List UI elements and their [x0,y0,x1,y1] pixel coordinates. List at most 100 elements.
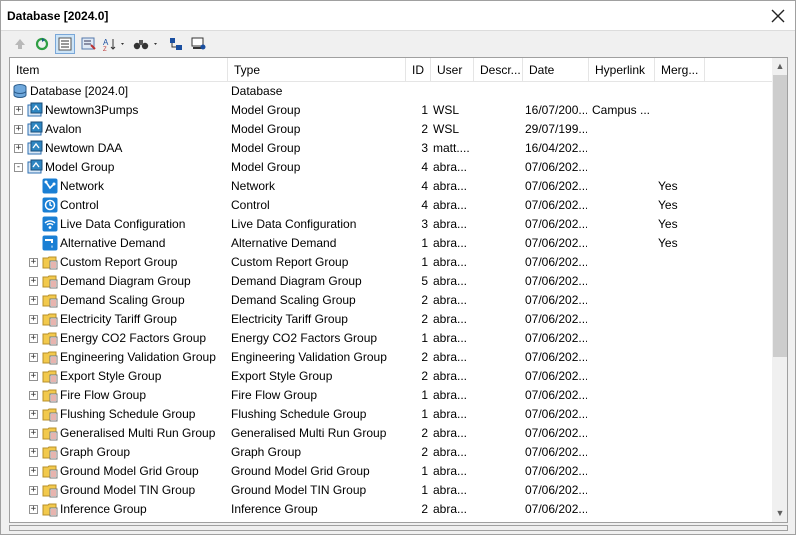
expand-toggle[interactable]: + [29,429,38,438]
expand-toggle[interactable]: + [29,391,38,400]
date-cell: 07/06/202... [525,407,587,421]
scroll-down-arrow[interactable]: ▼ [772,505,787,522]
properties-button[interactable] [79,34,99,54]
tree-row[interactable]: + Avalon Model Group 2 WSL 29/07/199... [10,120,772,139]
tree-row[interactable]: Alternative Demand Alternative Demand 1 abr… [10,234,772,253]
user-cell: abra... [433,369,468,383]
filter-button[interactable] [167,34,185,54]
item-label: Newtown DAA [45,141,123,155]
tree-row[interactable]: - Model Group Model Group 4 abra... 07/06/202… [10,158,772,177]
date-cell [525,82,587,101]
expand-toggle[interactable]: + [29,505,38,514]
vertical-scrollbar[interactable]: ▲ ▼ [772,58,787,522]
svg-text:A: A [103,38,109,47]
column-header-hyperlink[interactable]: Hyperlink [589,58,655,82]
tree-row[interactable]: Database [2024.0] Database [10,82,772,101]
find-button[interactable] [131,34,161,54]
hyperlink-cell [592,367,654,386]
tree-row[interactable]: + Export Style Group Export Style Group 2 ab… [10,367,772,386]
tree-row[interactable]: + Custom Report Group Custom Report Group 1… [10,253,772,272]
user-cell: matt.... [433,141,470,155]
tree-row[interactable]: + Energy CO2 Factors Group Energy CO2 Fact… [10,329,772,348]
type-cell: Model Group [231,141,301,155]
tree-row[interactable]: Live Data Configuration Live Data Configu… [10,215,772,234]
tree-row[interactable]: + Demand Scaling Group Demand Scaling Grou… [10,291,772,310]
expand-toggle[interactable]: + [29,448,38,457]
tree-row[interactable]: + Fire Flow Group Fire Flow Group 1 abra... 0… [10,386,772,405]
item-label: Graph Group [60,445,131,459]
find-icon [133,40,157,50]
expand-toggle[interactable]: + [29,258,38,267]
expand-toggle[interactable]: + [14,106,23,115]
tree-row[interactable]: + Graph Group Graph Group 2 abra... 07/06/202… [10,443,772,462]
date-cell: 07/06/202... [525,217,587,231]
merge-cell [658,500,703,519]
tree-row[interactable]: + Engineering Validation Group Engineering… [10,348,772,367]
column-header-description[interactable]: Descr... [474,58,523,82]
model-group-icon [27,121,43,137]
column-header-item[interactable]: Item [10,58,228,82]
column-header-merge[interactable]: Merg... [655,58,705,82]
collapse-toggle[interactable]: - [14,163,23,172]
item-label: Inference Group [60,502,147,516]
column-header-id[interactable]: ID [406,58,431,82]
horizontal-scrollbar[interactable] [9,525,788,531]
merge-cell [658,101,703,120]
type-cell: Ground Model TIN Group [231,483,367,497]
user-cell: abra... [433,160,468,174]
expand-toggle[interactable]: + [29,467,38,476]
scroll-thumb[interactable] [773,75,787,357]
tree-row[interactable]: + Demand Diagram Group Demand Diagram Grou… [10,272,772,291]
scroll-up-arrow[interactable]: ▲ [772,58,787,75]
column-header-user[interactable]: User [431,58,474,82]
tree-row[interactable]: Control Control 4 abra... 07/06/202... Yes [10,196,772,215]
tree-row[interactable]: + Newtown3Pumps Model Group 1 WSL 16/07/200..… [10,101,772,120]
expand-toggle[interactable]: + [29,486,38,495]
expand-toggle[interactable]: + [29,296,38,305]
expand-toggle[interactable]: + [29,334,38,343]
column-header-date[interactable]: Date [523,58,589,82]
folder-icon [42,387,58,403]
hyperlink-cell [592,139,654,158]
date-cell: 07/06/202... [525,331,587,345]
type-cell: Demand Scaling Group [231,293,356,307]
expand-toggle[interactable]: + [29,277,38,286]
expand-toggle[interactable]: + [14,125,23,134]
close-icon [771,9,785,23]
hyperlink-cell: Campus ... [592,103,651,117]
hyperlink-cell [592,215,654,234]
up-button[interactable] [11,34,29,54]
tree-row[interactable]: + Ground Model TIN Group Ground Model TIN … [10,481,772,500]
date-cell: 07/06/202... [525,502,587,516]
tree-view-button[interactable] [55,34,75,54]
merge-cell [658,329,703,348]
network-view-button[interactable] [189,34,209,54]
expand-toggle[interactable]: + [29,410,38,419]
tree-row[interactable]: + Newtown DAA Model Group 3 matt.... 16/04/20… [10,139,772,158]
merge-cell [658,424,703,443]
user-cell: abra... [433,217,468,231]
folder-icon [42,292,58,308]
id-cell: 1 [421,407,428,421]
tree-row[interactable]: + Electricity Tariff Group Electricity Tar… [10,310,772,329]
column-header-type[interactable]: Type [228,58,406,82]
expand-toggle[interactable]: + [29,372,38,381]
type-cell: Model Group [231,103,301,117]
database-tree[interactable]: Item Type ID User Descr... Date Hyperlin… [9,57,788,523]
type-cell: Engineering Validation Group [231,350,387,364]
folder-icon [42,444,58,460]
refresh-button[interactable] [33,34,51,54]
expand-toggle[interactable]: + [29,315,38,324]
tree-row[interactable]: + Flushing Schedule Group Flushing Schedul… [10,405,772,424]
expand-toggle[interactable]: + [14,144,23,153]
tree-row[interactable]: + Ground Model Grid Group Ground Model Gri… [10,462,772,481]
live-data-icon [42,216,58,232]
close-button[interactable] [767,5,789,27]
merge-cell [658,443,703,462]
tree-row[interactable]: + Generalised Multi Run Group Generalised … [10,424,772,443]
merge-cell: Yes [658,198,678,212]
tree-row[interactable]: + Inference Group Inference Group 2 abra... 0… [10,500,772,519]
sort-button[interactable]: AZ [101,34,129,54]
expand-toggle[interactable]: + [29,353,38,362]
tree-row[interactable]: Network Network 4 abra... 07/06/202... Yes [10,177,772,196]
